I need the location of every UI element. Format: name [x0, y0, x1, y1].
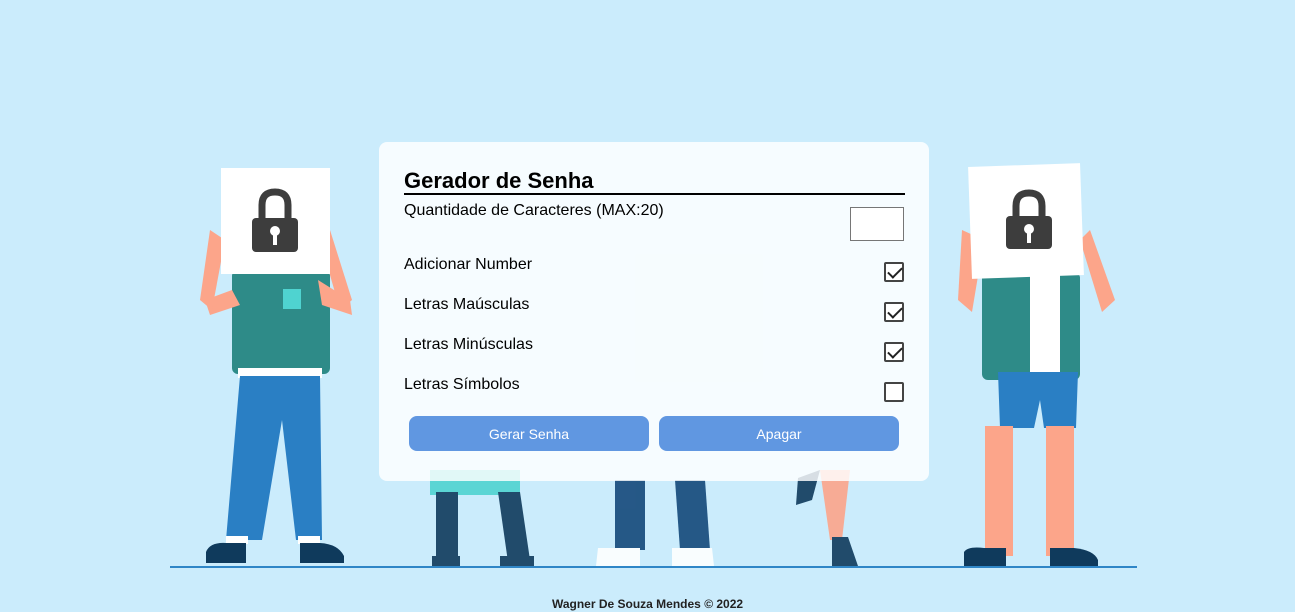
left-person-figure: [200, 168, 352, 563]
ground-line: [170, 566, 1137, 568]
option-label-uppercase: Letras Maúsculas: [404, 296, 530, 313]
checkbox-number[interactable]: [884, 262, 904, 282]
option-label-number: Adicionar Number: [404, 256, 533, 273]
option-label-symbols: Letras Símbolos: [404, 376, 520, 393]
checkbox-lowercase[interactable]: [884, 342, 904, 362]
center-person-figure: [596, 480, 714, 566]
page-title: Gerador de Senha: [404, 169, 905, 195]
footer-credit: Wagner De Souza Mendes © 2022: [551, 597, 744, 611]
generate-password-button[interactable]: Gerar Senha: [409, 416, 649, 451]
middle-right-person-figure: [796, 470, 858, 566]
checkbox-symbols[interactable]: [884, 382, 904, 402]
quantity-label: Quantidade de Caracteres (MAX:20): [404, 202, 664, 219]
password-generator-card: Gerador de Senha Quantidade de Caractere…: [379, 142, 929, 481]
quantity-input[interactable]: [850, 207, 904, 241]
checkbox-uppercase[interactable]: [884, 302, 904, 322]
clear-button[interactable]: Apagar: [659, 416, 899, 451]
middle-left-person-figure: [430, 470, 534, 566]
right-person-figure: [958, 163, 1115, 566]
option-label-lowercase: Letras Minúsculas: [404, 336, 533, 353]
